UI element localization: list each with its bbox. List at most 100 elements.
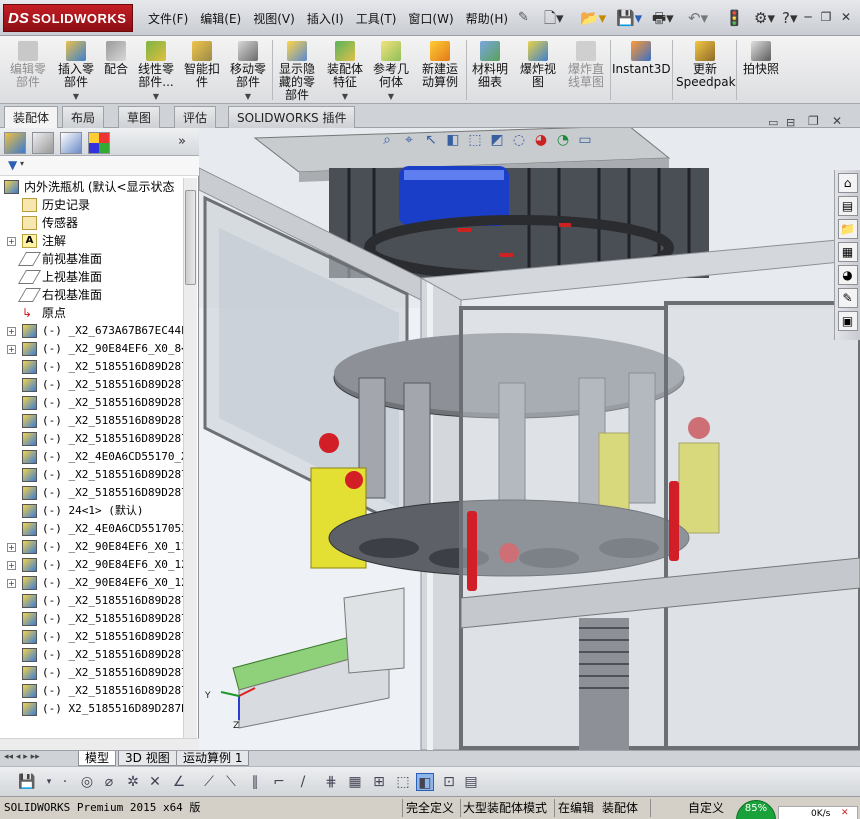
instant3d-button[interactable]: Instant3D bbox=[612, 39, 671, 103]
tab-addins[interactable]: SOLIDWORKS 插件 bbox=[228, 106, 356, 128]
status-custom-units[interactable]: 自定义 bbox=[688, 799, 724, 817]
assembly-model-render[interactable]: Y Z bbox=[199, 128, 860, 750]
tab-3d-view[interactable]: 3D 视图 bbox=[118, 751, 177, 766]
snap-icon[interactable]: ⊞ bbox=[370, 773, 388, 791]
assembly-feature-button[interactable]: 装配体特征 ▼ bbox=[324, 39, 366, 103]
camera-icon[interactable]: ⊡ bbox=[440, 773, 458, 791]
edit-appearance-icon[interactable]: ◕ bbox=[531, 130, 551, 150]
trim-icon[interactable]: ✕ bbox=[146, 773, 164, 791]
tree-node[interactable]: + (-) _X2_673A67B67EC44EF bbox=[0, 322, 183, 340]
chevron-down-icon[interactable]: ▼ bbox=[136, 90, 176, 103]
tree-node[interactable]: 右视基准面 bbox=[0, 286, 183, 304]
menu-insert[interactable]: 插入(I) bbox=[301, 8, 350, 28]
zoom-to-fit-icon[interactable]: ⌕ bbox=[377, 130, 397, 150]
tab-model[interactable]: 模型 bbox=[78, 751, 117, 766]
circle-icon[interactable]: ◎ bbox=[78, 773, 96, 791]
tab-motion-study[interactable]: 运动算例 1 bbox=[176, 751, 250, 766]
tree-node[interactable]: (-) _X2_5185516D89D287B bbox=[0, 682, 183, 700]
save-icon[interactable]: 💾 bbox=[18, 773, 36, 791]
show-hidden-components-button[interactable]: 显示隐藏的零部件 bbox=[276, 39, 318, 103]
expand-plus-icon[interactable]: + bbox=[7, 561, 16, 570]
reference-geometry-button[interactable]: 参考几何体 ▼ bbox=[370, 39, 412, 103]
menu-tools[interactable]: 工具(T) bbox=[350, 8, 403, 28]
line-tool-icon[interactable]: ⟋ bbox=[200, 773, 218, 791]
exploded-view-button[interactable]: 爆炸视图 bbox=[516, 39, 560, 103]
section-view-icon[interactable]: ◧ bbox=[443, 130, 463, 150]
apply-scene-icon[interactable]: ◔ bbox=[553, 130, 573, 150]
hide-show-items-icon[interactable]: ◌ bbox=[509, 130, 529, 150]
scrollbar-thumb[interactable] bbox=[185, 190, 196, 285]
open-folder-icon[interactable]: 📂▾ bbox=[580, 8, 606, 28]
tree-node[interactable]: (-) _X2_4E0A6CD55170538 bbox=[0, 520, 183, 538]
dimension-icon[interactable]: ⌀ bbox=[100, 773, 118, 791]
tree-node[interactable]: 前视基准面 bbox=[0, 250, 183, 268]
display-manager-tab-icon[interactable] bbox=[88, 132, 110, 154]
tree-node[interactable]: 上视基准面 bbox=[0, 268, 183, 286]
tree-node[interactable]: (-) _X2_5185516D89D287B bbox=[0, 394, 183, 412]
offset-icon[interactable]: ⟍ bbox=[222, 773, 240, 791]
point-icon[interactable]: · bbox=[56, 773, 74, 791]
tree-node[interactable]: (-) 24<1> (默认) bbox=[0, 502, 183, 520]
view-settings-icon[interactable]: ▭ bbox=[575, 130, 595, 150]
graphics-area[interactable]: Y Z ⌕ ⌖ ↖ ◧ ⬚ ◩ ◌ ◕ ◔ ▭ ⌂ ▤ 📁 ▦ ◕ ✎ ▣ bbox=[199, 128, 860, 750]
tree-node[interactable]: (-) _X2_5185516D89D287B bbox=[0, 430, 183, 448]
tree-node[interactable]: (-) _X2_5185516D89D287B bbox=[0, 484, 183, 502]
file-explorer-icon[interactable]: 📁 bbox=[837, 219, 858, 239]
tree-node[interactable]: + (-) _X2_90E84EF6_X0_12< bbox=[0, 574, 183, 592]
doc-minimize-icon[interactable]: ▭ bbox=[768, 116, 778, 129]
view-palette-icon[interactable]: ▦ bbox=[837, 242, 858, 262]
tree-horizontal-scrollbar[interactable] bbox=[0, 738, 199, 750]
move-component-button[interactable]: 移动零部件 ▼ bbox=[228, 39, 268, 103]
tree-node[interactable]: (-) _X2_5185516D89D287B bbox=[0, 376, 183, 394]
design-library-icon[interactable]: ▤ bbox=[837, 196, 858, 216]
property-manager-tab-icon[interactable] bbox=[32, 132, 54, 154]
list-icon[interactable]: ▤ bbox=[462, 773, 480, 791]
minimize-icon[interactable]: ─ bbox=[800, 10, 816, 24]
tree-node[interactable]: (-) _X2_5185516D89D287B bbox=[0, 592, 183, 610]
expand-plus-icon[interactable]: + bbox=[7, 327, 16, 336]
tree-node[interactable]: (-) _X2_5185516D89D287B bbox=[0, 466, 183, 484]
tree-node[interactable]: + (-) _X2_90E84EF6_X0_8<1 bbox=[0, 340, 183, 358]
shaded-view-icon[interactable]: ◧ bbox=[416, 773, 434, 791]
tree-node[interactable]: (-) X2_5185516D89D287B bbox=[0, 700, 183, 718]
tree-node[interactable]: + (-) _X2_90E84EF6_X0_11< bbox=[0, 538, 183, 556]
new-motion-study-button[interactable]: 新建运动算例 bbox=[418, 39, 462, 103]
pin-icon[interactable]: ✎ bbox=[518, 10, 529, 25]
rebuild-icon[interactable]: 🚦 bbox=[725, 8, 744, 28]
linear-pattern-button[interactable]: 线性零部件... ▼ bbox=[136, 39, 176, 103]
tree-scrollbar[interactable] bbox=[183, 178, 197, 738]
chevron-right-icon[interactable]: » bbox=[178, 134, 186, 149]
slash-icon[interactable]: / bbox=[294, 773, 312, 791]
box-3d-icon[interactable]: ⬚ bbox=[394, 773, 412, 791]
edit-component-button[interactable]: 编辑零部件 bbox=[6, 39, 50, 103]
display-style-icon[interactable]: ◩ bbox=[487, 130, 507, 150]
table-grid-icon[interactable]: ▦ bbox=[346, 773, 364, 791]
menu-help[interactable]: 帮助(H) bbox=[460, 8, 514, 28]
view-orientation-icon[interactable]: ⬚ bbox=[465, 130, 485, 150]
tree-filter[interactable]: ▼ ▾ bbox=[0, 156, 199, 176]
tree-node[interactable]: (-) _X2_4E0A6CD55170_X0 bbox=[0, 448, 183, 466]
tree-node[interactable]: 历史记录 bbox=[0, 196, 183, 214]
new-document-icon[interactable]: 🗋▾ bbox=[544, 8, 564, 28]
expand-plus-icon[interactable]: + bbox=[7, 237, 16, 246]
tab-evaluate[interactable]: 评估 bbox=[174, 106, 217, 128]
insert-component-button[interactable]: 插入零部件 ▼ bbox=[54, 39, 98, 103]
chevron-down-icon[interactable]: ▾ bbox=[20, 159, 24, 168]
chevron-down-icon[interactable]: ▼ bbox=[324, 90, 366, 103]
appearances-icon[interactable]: ◕ bbox=[837, 265, 858, 285]
explode-line-sketch-button[interactable]: 爆炸直线草图 bbox=[564, 39, 608, 103]
solidworks-logo[interactable]: DS SOLIDWORKS bbox=[3, 4, 133, 32]
smart-fastener-button[interactable]: 智能扣件 bbox=[180, 39, 224, 103]
close-icon[interactable]: ✕ bbox=[838, 10, 854, 24]
tree-node[interactable]: (-) _X2_5185516D89D287B bbox=[0, 628, 183, 646]
centerpoint-icon[interactable]: ✲ bbox=[124, 773, 142, 791]
print-icon[interactable]: 🖶▾ bbox=[652, 8, 674, 28]
restore-icon[interactable]: ❐ bbox=[818, 10, 834, 24]
tree-node[interactable]: (-) _X2_5185516D89D287B bbox=[0, 610, 183, 628]
tree-node[interactable]: + (-) _X2_90E84EF6_X0_12< bbox=[0, 556, 183, 574]
custom-properties-icon[interactable]: ✎ bbox=[837, 288, 858, 308]
menu-file[interactable]: 文件(F) bbox=[142, 8, 194, 28]
home-icon[interactable]: ⌂ bbox=[837, 173, 858, 193]
configuration-manager-tab-icon[interactable] bbox=[60, 132, 82, 154]
tree-node[interactable]: (-) _X2_5185516D89D287B bbox=[0, 664, 183, 682]
